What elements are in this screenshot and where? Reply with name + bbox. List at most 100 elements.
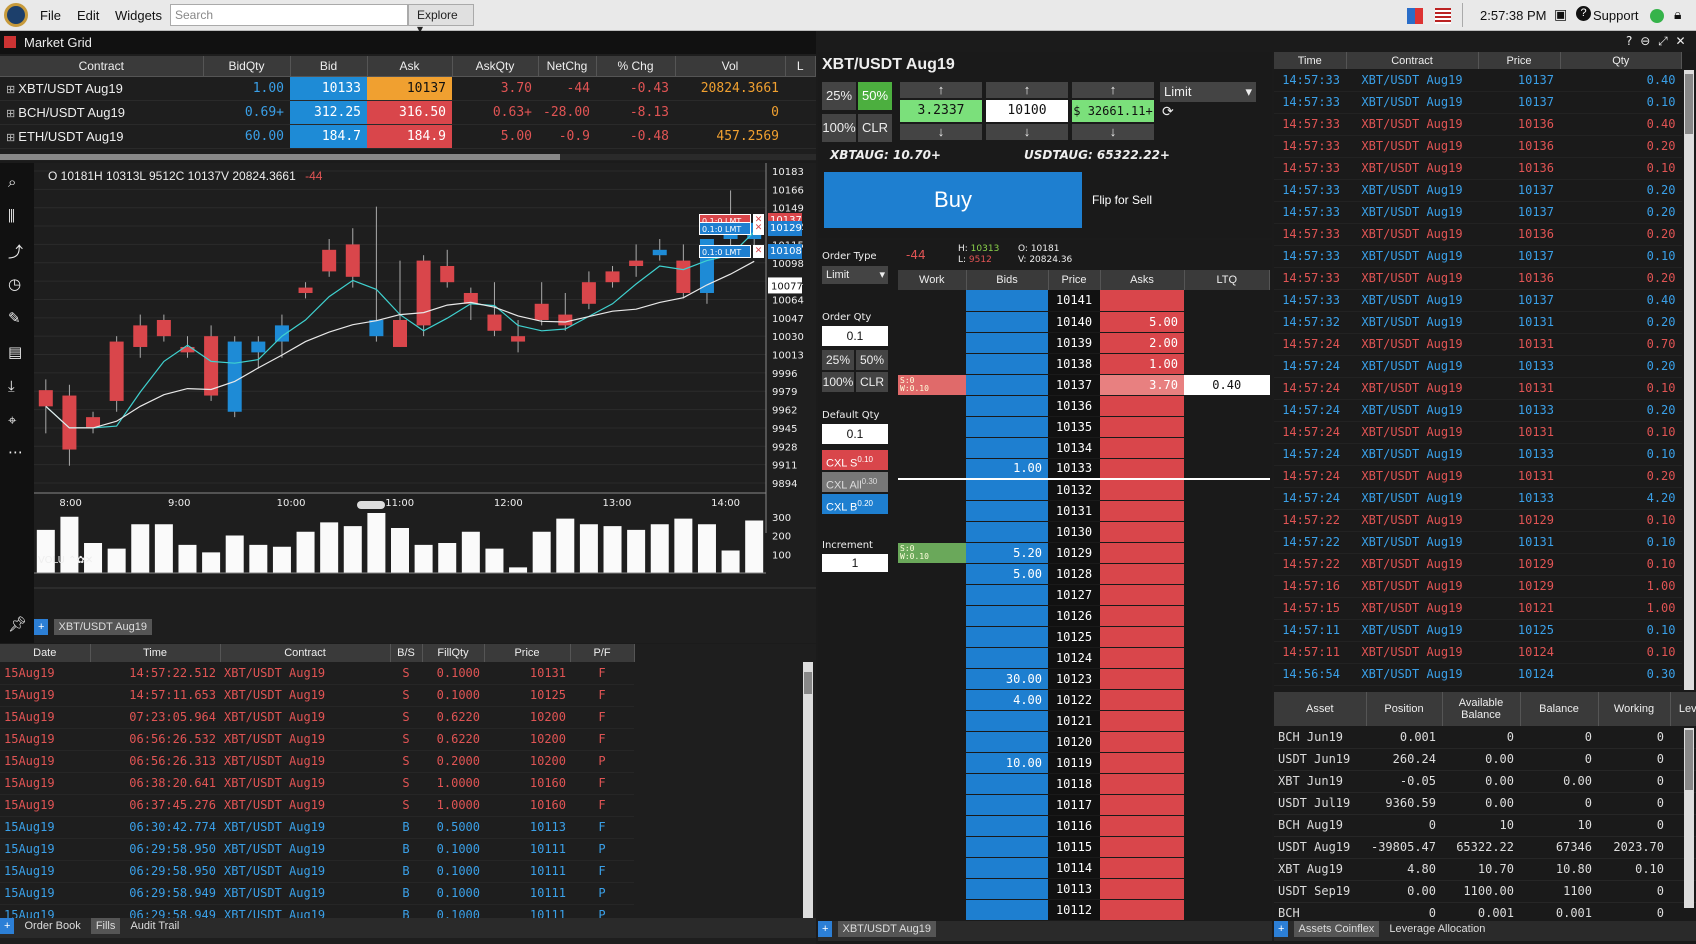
ask-cell[interactable] (1100, 773, 1184, 795)
ladder-row[interactable]: S:0 W:0.10 10137 3.70 0.40 (898, 374, 1270, 396)
ladder-row[interactable]: 10138 1.00 (898, 353, 1270, 375)
bid-cell[interactable]: 10.00 (966, 752, 1048, 774)
chart-symbol-tab[interactable]: XBT/USDT Aug19 (53, 619, 152, 635)
ladder-row[interactable]: 10136 (898, 395, 1270, 417)
work-cell[interactable] (898, 899, 966, 921)
ladder-row[interactable]: 30.00 10123 (898, 668, 1270, 690)
fill-row[interactable]: 15Aug19 14:57:11.653 XBT/USDT Aug19 S 0.1000… (0, 684, 634, 707)
price-cell[interactable]: 10138 (1048, 353, 1100, 375)
us-flag-icon[interactable] (1435, 8, 1451, 24)
ladder-row[interactable]: 10120 (898, 731, 1270, 753)
price-cell[interactable]: 10114 (1048, 857, 1100, 879)
price-cell[interactable]: 10121 (1048, 710, 1100, 732)
crosshair-icon[interactable]: ⌖ (8, 411, 16, 429)
minimize-icon[interactable]: ⊖ (1640, 34, 1650, 48)
refresh-icon[interactable]: ⟳ (1162, 104, 1174, 120)
bid-cell[interactable]: 5.00 (966, 563, 1048, 585)
bid-cell[interactable] (966, 416, 1048, 438)
ask-cell[interactable] (1100, 416, 1184, 438)
explore-dropdown[interactable]: Explore ▾ (408, 4, 474, 36)
bid-cell[interactable] (966, 311, 1048, 333)
bid-cell[interactable]: 30.00 (966, 668, 1048, 690)
qty-down-button[interactable]: ↓ (900, 124, 982, 140)
fill-row[interactable]: 15Aug19 14:57:22.512 XBT/USDT Aug19 S 0.1000… (0, 662, 634, 685)
order-type-select[interactable]: Limit ▾ (1160, 82, 1256, 102)
fill-row[interactable]: 15Aug19 06:38:20.641 XBT/USDT Aug19 S 1.0000… (0, 772, 634, 795)
pct-50-button[interactable]: 50% (858, 82, 892, 110)
price-cell[interactable]: 10131 (1048, 500, 1100, 522)
bid-cell[interactable] (966, 353, 1048, 375)
time-scroll-handle[interactable] (357, 501, 385, 509)
price-cell[interactable]: 10118 (1048, 773, 1100, 795)
ask-cell[interactable] (1100, 689, 1184, 711)
bid-cell[interactable] (966, 878, 1048, 900)
candle[interactable] (322, 249, 337, 272)
price-cell[interactable]: 10113 (1048, 878, 1100, 900)
ladder-row[interactable]: 10115 (898, 836, 1270, 858)
ladder-row[interactable]: 10114 (898, 857, 1270, 879)
bid-cell[interactable] (966, 815, 1048, 837)
col-pchg[interactable]: % Chg (596, 56, 676, 77)
ladder-row[interactable]: 10121 (898, 710, 1270, 732)
horizontal-scrollbar[interactable] (0, 154, 816, 160)
bid-cell[interactable]: 10133 (290, 76, 367, 101)
candle[interactable] (605, 271, 620, 283)
price-cell[interactable]: 10129 (1048, 542, 1100, 564)
ask-cell[interactable] (1100, 563, 1184, 585)
contract-cell[interactable]: ⊞ BCH/USDT Aug19 (0, 100, 203, 125)
candle[interactable] (440, 266, 455, 283)
ladder-row[interactable]: 5.00 10128 (898, 563, 1270, 585)
default-qty-input[interactable]: 0.1 (822, 424, 888, 444)
fill-row[interactable]: 15Aug19 06:30:42.774 XBT/USDT Aug19 B 0.5000… (0, 816, 634, 839)
ladder-row[interactable]: 10113 (898, 878, 1270, 900)
price-cell[interactable]: 10120 (1048, 731, 1100, 753)
contract-cell[interactable]: ⊞ XBT/USDT Aug19 (0, 76, 203, 101)
buy-button[interactable]: Buy (824, 172, 1082, 228)
assets-scrollbar[interactable] (1684, 728, 1694, 908)
ask-cell[interactable] (1100, 668, 1184, 690)
tab-audit-trail[interactable]: Audit Trail (125, 918, 184, 934)
col-date[interactable]: Date (0, 644, 91, 662)
bidqty-cell[interactable]: 1.00 (203, 76, 290, 101)
fills-scrollbar[interactable] (803, 662, 813, 930)
candle[interactable] (133, 325, 148, 347)
ladder-row[interactable]: 1.00 10133 (898, 458, 1270, 480)
col-asset[interactable]: Asset (1274, 692, 1367, 726)
download-icon[interactable]: ⤓ (8, 377, 15, 395)
col-bid[interactable]: Bid (290, 56, 368, 77)
ask-cell[interactable] (1100, 752, 1184, 774)
col-available-balance[interactable]: Available Balance (1442, 692, 1521, 726)
bid-cell[interactable] (966, 710, 1048, 732)
menu-widgets[interactable]: Widgets (115, 8, 162, 23)
work-cell[interactable] (898, 626, 966, 648)
pin-icon[interactable]: 📌︎ (8, 615, 27, 633)
ask-cell[interactable] (1100, 794, 1184, 816)
ask-cell[interactable] (1100, 458, 1184, 480)
clr-button[interactable]: CLR (858, 114, 892, 142)
search-input[interactable]: Search (170, 4, 408, 26)
bid-cell[interactable]: 312.25 (290, 100, 367, 125)
col-netchg[interactable]: NetChg (538, 56, 597, 77)
candle[interactable] (298, 287, 313, 293)
draw-tool-icon[interactable]: ⤴ (8, 241, 23, 262)
work-cell[interactable] (898, 710, 966, 732)
menu-edit[interactable]: Edit (77, 8, 99, 23)
ask-cell[interactable]: 5.00 (1100, 311, 1184, 333)
total-input[interactable]: $ 32661.11+ (1072, 100, 1154, 122)
more-icon[interactable]: ⋯ (8, 443, 23, 461)
col-bidqty[interactable]: BidQty (203, 56, 291, 77)
price-cell[interactable]: 10136 (1048, 395, 1100, 417)
price-cell[interactable]: 10134 (1048, 437, 1100, 459)
work-cell[interactable] (898, 836, 966, 858)
ask-cell[interactable] (1100, 542, 1184, 564)
work-cell[interactable] (898, 563, 966, 585)
candle[interactable] (345, 244, 360, 277)
col-bids[interactable]: Bids (966, 270, 1049, 290)
candle[interactable] (109, 341, 124, 401)
work-cell[interactable] (898, 521, 966, 543)
ladder-row[interactable]: 10139 2.00 (898, 332, 1270, 354)
close-icon[interactable]: ✕ (1676, 34, 1686, 48)
ask-cell[interactable] (1100, 521, 1184, 543)
askqty-cell[interactable]: 0.63+ (452, 100, 538, 125)
candle[interactable] (558, 314, 573, 326)
